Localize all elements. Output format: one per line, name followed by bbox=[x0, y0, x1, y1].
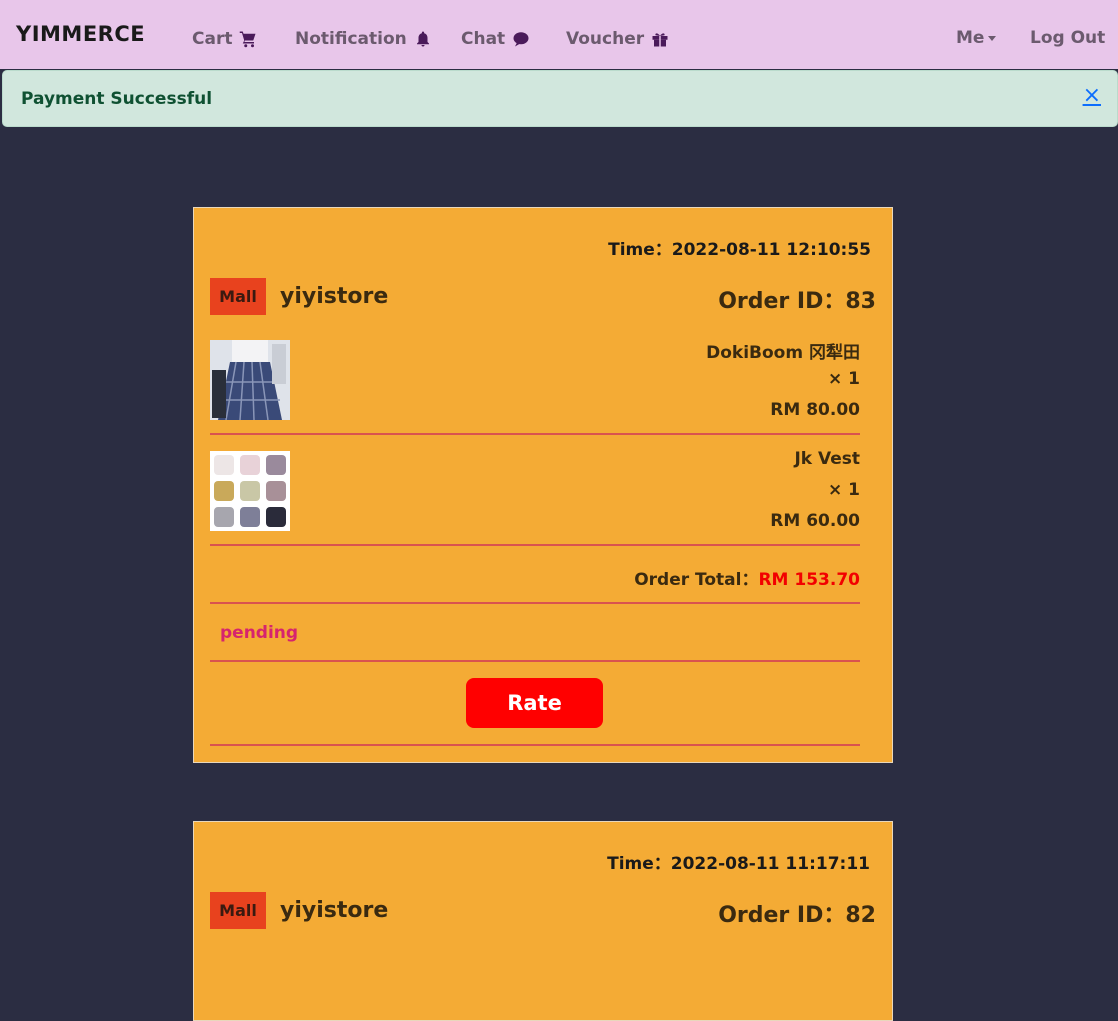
order-time: Time：2022-08-11 12:10:55 bbox=[608, 235, 871, 260]
order-time-label: Time： bbox=[607, 854, 671, 874]
nav-cart-label: Cart bbox=[192, 29, 233, 49]
order-id: Order ID：82 bbox=[718, 897, 876, 929]
gift-icon bbox=[652, 33, 668, 47]
order-time-value: 2022-08-11 11:17:11 bbox=[670, 854, 870, 874]
order-id-label: Order ID： bbox=[718, 903, 846, 928]
payment-success-alert: Payment Successful × bbox=[2, 70, 1118, 127]
bell-icon bbox=[416, 31, 429, 47]
nav-chat-link[interactable]: Chat bbox=[461, 29, 530, 49]
order-id-value: 82 bbox=[845, 903, 876, 928]
alert-close-button[interactable]: × bbox=[1083, 85, 1101, 107]
order-total-value: RM 153.70 bbox=[758, 570, 860, 590]
product-name: DokiBoom 冈犁田 bbox=[706, 343, 860, 363]
nav-notification-label: Notification bbox=[295, 29, 407, 49]
mall-badge: Mall bbox=[210, 278, 266, 315]
divider bbox=[210, 660, 860, 662]
product-price: RM 80.00 bbox=[770, 400, 860, 420]
product-name: Jk Vest bbox=[794, 449, 860, 469]
product-image-skirt[interactable] bbox=[210, 340, 290, 420]
cart-icon bbox=[240, 31, 256, 48]
caret-down-icon bbox=[988, 35, 997, 41]
rate-button[interactable]: Rate bbox=[466, 678, 603, 728]
me-dropdown[interactable]: Me bbox=[956, 28, 997, 48]
product-quantity: × 1 bbox=[828, 369, 860, 389]
product-quantity: × 1 bbox=[828, 480, 860, 500]
product-image-vest[interactable] bbox=[210, 451, 290, 531]
order-time: Time：2022-08-11 11:17:11 bbox=[607, 849, 870, 874]
me-label: Me bbox=[956, 28, 985, 48]
order-time-label: Time： bbox=[608, 240, 672, 260]
divider bbox=[210, 744, 860, 746]
divider bbox=[210, 433, 860, 435]
order-total: Order Total：RM 153.70 bbox=[634, 565, 860, 590]
divider bbox=[210, 544, 860, 546]
order-id-value: 83 bbox=[845, 289, 876, 314]
alert-message: Payment Successful bbox=[21, 89, 213, 109]
order-card: Time：2022-08-11 12:10:55 Mall yiyistore … bbox=[193, 207, 893, 763]
order-card: Time：2022-08-11 11:17:11 Mall yiyistore … bbox=[193, 821, 893, 1021]
chat-bubble-icon bbox=[513, 32, 529, 47]
top-navbar: YIMMERCE Cart Notification Chat Voucher … bbox=[0, 0, 1118, 69]
store-name[interactable]: yiyistore bbox=[280, 284, 388, 309]
product-price: RM 60.00 bbox=[770, 511, 860, 531]
nav-voucher-label: Voucher bbox=[566, 29, 645, 49]
order-id: Order ID：83 bbox=[718, 283, 876, 315]
store-name[interactable]: yiyistore bbox=[280, 898, 388, 923]
divider bbox=[210, 602, 860, 604]
order-status: pending bbox=[220, 623, 299, 643]
order-time-value: 2022-08-11 12:10:55 bbox=[671, 240, 871, 260]
nav-voucher-link[interactable]: Voucher bbox=[566, 29, 669, 49]
mall-badge: Mall bbox=[210, 892, 266, 929]
nav-cart-link[interactable]: Cart bbox=[192, 29, 257, 49]
order-total-label: Order Total： bbox=[634, 570, 759, 590]
nav-notification-link[interactable]: Notification bbox=[295, 29, 432, 49]
nav-chat-label: Chat bbox=[461, 29, 506, 49]
logout-link[interactable]: Log Out bbox=[1030, 28, 1105, 48]
order-id-label: Order ID： bbox=[718, 289, 846, 314]
brand-logo[interactable]: YIMMERCE bbox=[16, 22, 145, 46]
